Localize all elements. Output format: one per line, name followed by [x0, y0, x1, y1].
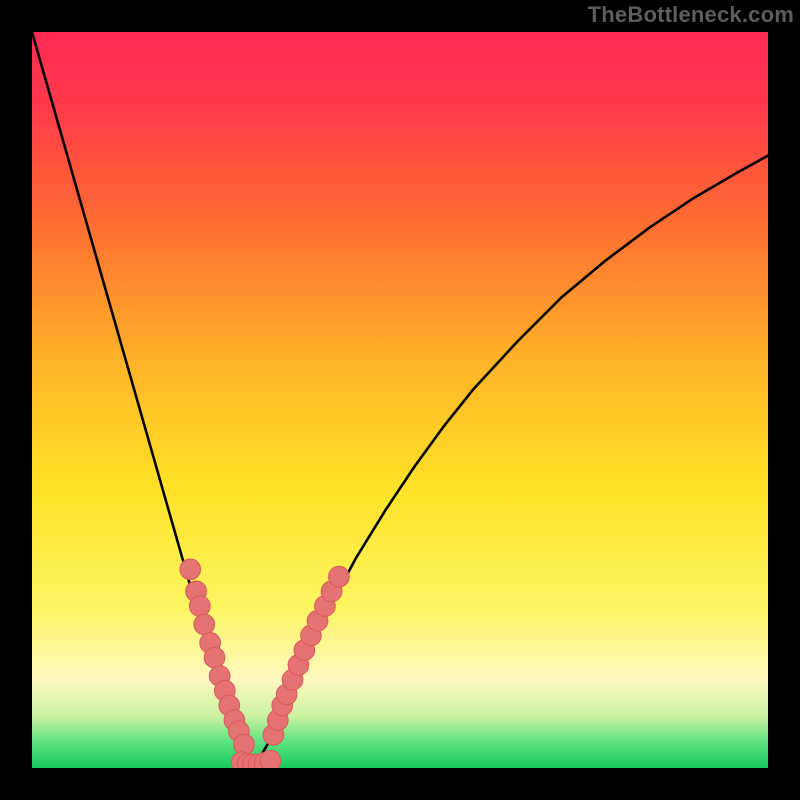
plot-area — [32, 32, 768, 768]
data-dot — [190, 596, 211, 617]
data-dot — [180, 559, 201, 580]
data-dot — [260, 750, 281, 768]
chart-svg — [32, 32, 768, 768]
gradient-background — [32, 32, 768, 768]
outer-frame: TheBottleneck.com — [0, 0, 800, 800]
data-dot — [204, 647, 225, 668]
data-dot — [329, 566, 350, 587]
data-dot — [194, 614, 215, 635]
watermark-text: TheBottleneck.com — [588, 2, 794, 28]
